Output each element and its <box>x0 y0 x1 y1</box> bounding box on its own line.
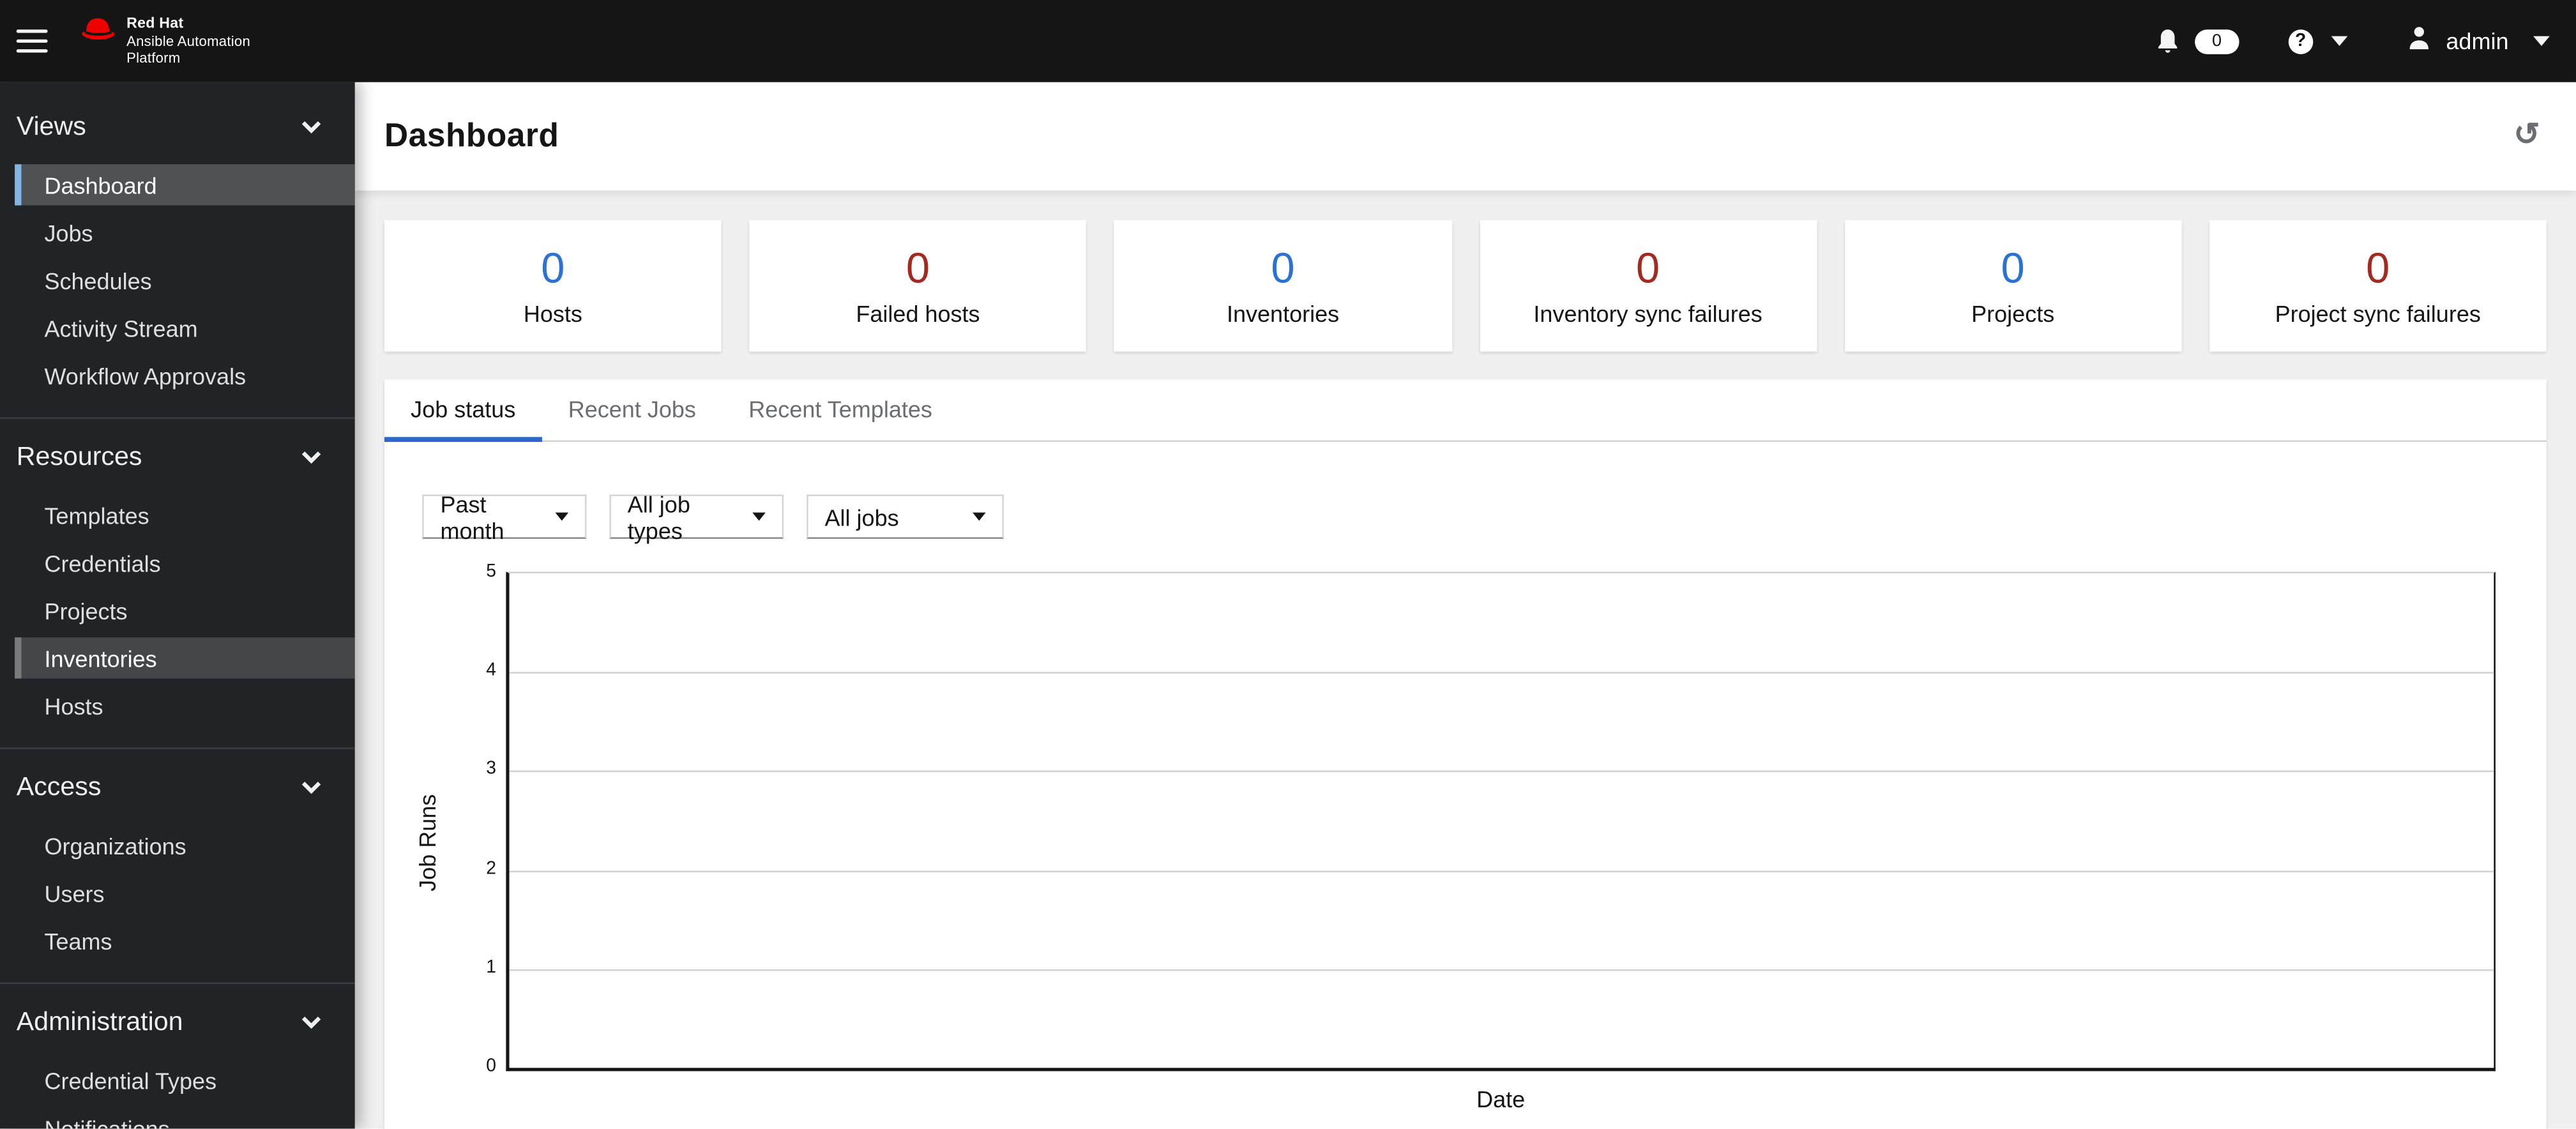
chart-x-axis-label: Date <box>1476 1086 1526 1112</box>
sidebar-section-access[interactable]: Access <box>0 771 355 805</box>
history-icon[interactable]: ↺ <box>2513 119 2540 151</box>
failed-hosts-card[interactable]: 0 Failed hosts <box>749 220 1087 352</box>
select-caret-icon <box>752 512 766 521</box>
y-tick-0: 0 <box>486 1056 496 1077</box>
red-hat-fedora-icon <box>79 15 116 52</box>
gridline <box>509 969 2494 971</box>
projects-card[interactable]: 0 Projects <box>1844 220 2182 352</box>
job-runs-chart: Job Runs 5 4 3 2 1 0 Date <box>414 562 2496 1112</box>
job-status-panel: Job status Recent Jobs Recent Templates … <box>384 379 2547 1129</box>
chart-filters: Past month All job types All jobs <box>384 490 2547 543</box>
sidebar-item-credentials[interactable]: Credentials <box>0 542 355 583</box>
page-title: Dashboard <box>384 117 559 154</box>
user-menu-label[interactable]: admin <box>2446 28 2508 54</box>
sidebar-item-dashboard[interactable]: Dashboard <box>15 164 355 206</box>
inventory-sync-failures-count: 0 <box>1636 242 1660 292</box>
y-tick-3: 3 <box>486 759 496 780</box>
project-sync-failures-count: 0 <box>2366 242 2390 292</box>
sidebar-divider <box>0 747 355 750</box>
brand-logo[interactable]: Red Hat Ansible Automation Platform <box>79 15 250 66</box>
user-caret-down-icon[interactable] <box>2533 36 2550 47</box>
inventories-card[interactable]: 0 Inventories <box>1114 220 1451 352</box>
gridline <box>509 870 2494 872</box>
main-content: Dashboard ↺ 0 Hosts 0 Failed hosts 0 Inv… <box>354 82 2576 1129</box>
help-icon[interactable]: ? <box>2288 29 2313 54</box>
failed-hosts-label: Failed hosts <box>856 299 980 326</box>
sidebar-item-credential-types[interactable]: Credential Types <box>0 1059 355 1100</box>
page-header: Dashboard ↺ <box>354 82 2576 191</box>
inventory-sync-failures-card[interactable]: 0 Inventory sync failures <box>1479 220 1817 352</box>
inventories-count: 0 <box>1271 242 1295 292</box>
chevron-down-icon <box>301 451 321 464</box>
gridline <box>509 672 2494 674</box>
sidebar-item-jobs[interactable]: Jobs <box>0 212 355 253</box>
inventory-sync-failures-label: Inventory sync failures <box>1533 299 1762 326</box>
sidebar-nav: Views Dashboard Jobs Schedules Activity … <box>0 82 355 1129</box>
tab-job-status[interactable]: Job status <box>384 379 542 443</box>
sidebar-item-activity-stream[interactable]: Activity Stream <box>0 307 355 348</box>
projects-label: Projects <box>1971 299 2055 326</box>
select-caret-icon <box>973 512 986 521</box>
sidebar-item-notifications[interactable]: Notifications <box>0 1107 355 1129</box>
chevron-down-icon <box>301 121 321 134</box>
hosts-label: Hosts <box>523 299 582 326</box>
ansible-automation-platform-app: Red Hat Ansible Automation Platform 0 ? <box>0 0 2576 1129</box>
chart-plot-area: 5 4 3 2 1 0 <box>486 562 2496 1076</box>
job-filter-select[interactable]: All jobs <box>807 494 1004 539</box>
tab-recent-jobs[interactable]: Recent Jobs <box>542 379 723 442</box>
brand-logo-text: Red Hat Ansible Automation Platform <box>126 15 251 66</box>
inventories-label: Inventories <box>1226 299 1340 326</box>
hosts-card[interactable]: 0 Hosts <box>384 220 722 352</box>
sidebar-section-administration[interactable]: Administration <box>0 1005 355 1040</box>
sidebar-section-resources[interactable]: Resources <box>0 440 355 474</box>
summary-cards-row: 0 Hosts 0 Failed hosts 0 Inventories 0 I… <box>384 220 2547 352</box>
chevron-down-icon <box>301 1016 321 1029</box>
project-sync-failures-label: Project sync failures <box>2275 299 2481 326</box>
sidebar-item-schedules[interactable]: Schedules <box>0 259 355 300</box>
sidebar-item-organizations[interactable]: Organizations <box>0 824 355 865</box>
help-caret-down-icon[interactable] <box>2331 36 2348 47</box>
masthead: Red Hat Ansible Automation Platform 0 ? <box>0 0 2576 82</box>
notifications-bell-icon[interactable] <box>2155 27 2180 55</box>
time-period-select[interactable]: Past month <box>422 490 587 543</box>
select-caret-icon <box>555 512 569 521</box>
notifications-count-badge[interactable]: 0 <box>2194 29 2239 54</box>
sidebar-item-workflow-approvals[interactable]: Workflow Approvals <box>0 355 355 396</box>
sidebar-item-users[interactable]: Users <box>0 872 355 913</box>
y-tick-5: 5 <box>486 561 496 582</box>
y-tick-4: 4 <box>486 660 496 681</box>
nav-toggle-button[interactable] <box>16 21 56 61</box>
y-tick-2: 2 <box>486 858 496 879</box>
sidebar-item-teams[interactable]: Teams <box>0 920 355 961</box>
job-type-select[interactable]: All job types <box>609 490 784 543</box>
tab-recent-templates[interactable]: Recent Templates <box>722 379 958 442</box>
user-avatar-icon <box>2407 24 2432 58</box>
chevron-down-icon <box>301 782 321 794</box>
sidebar-section-views[interactable]: Views <box>0 110 355 144</box>
dashboard-content: 0 Hosts 0 Failed hosts 0 Inventories 0 I… <box>355 190 2576 1129</box>
sidebar-divider <box>0 982 355 985</box>
project-sync-failures-card[interactable]: 0 Project sync failures <box>2209 220 2547 352</box>
hosts-count: 0 <box>541 242 565 292</box>
sidebar-item-hosts[interactable]: Hosts <box>0 685 355 726</box>
sidebar-item-inventories[interactable]: Inventories <box>15 637 355 679</box>
y-tick-1: 1 <box>486 957 496 978</box>
gridline <box>509 771 2494 773</box>
sidebar-item-templates[interactable]: Templates <box>0 494 355 535</box>
sidebar-divider <box>0 417 355 420</box>
chart-y-axis-label: Job Runs <box>414 793 441 891</box>
projects-count: 0 <box>2001 242 2025 292</box>
panel-tabs: Job status Recent Jobs Recent Templates <box>384 379 2547 443</box>
failed-hosts-count: 0 <box>905 242 930 292</box>
sidebar-item-projects[interactable]: Projects <box>0 590 355 631</box>
